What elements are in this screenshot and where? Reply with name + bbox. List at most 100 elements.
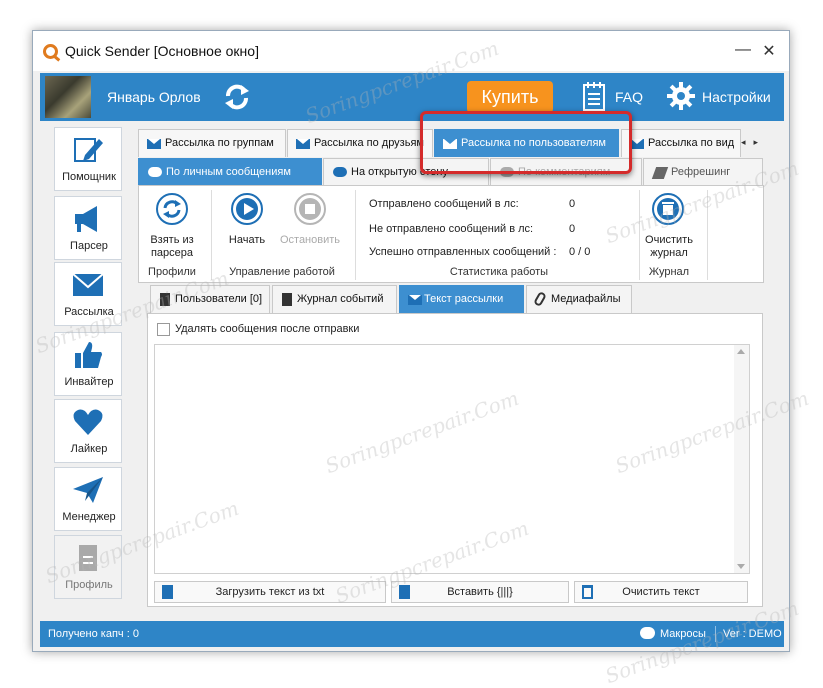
user-name[interactable]: Январь Орлов xyxy=(107,89,201,105)
mailing-text-panel: Удалять сообщения после отправки Загрузи… xyxy=(147,313,763,607)
scroll-down-icon[interactable] xyxy=(737,564,745,569)
sidebar: Помощник Парсер Рассылка Инвайтер Лайкер… xyxy=(47,127,131,615)
stop-button[interactable]: Остановить xyxy=(275,234,345,247)
window-title: Quick Sender [Основное окно] xyxy=(65,43,259,59)
pencil-icon xyxy=(74,138,103,162)
clear-journal-button[interactable]: Очистить журнал xyxy=(639,234,699,260)
document-icon xyxy=(399,585,410,599)
highlight-frame xyxy=(420,111,632,174)
chat-bubble-icon[interactable] xyxy=(640,627,655,639)
title-bar: Quick Sender [Основное окно] — ✕ xyxy=(33,31,789,71)
tab-refreshing[interactable]: Рефрешинг xyxy=(643,158,763,185)
tabs-scroll-arrows[interactable]: ◂▸ xyxy=(741,137,766,148)
start-button[interactable]: Начать xyxy=(217,234,277,247)
avatar[interactable] xyxy=(45,76,91,118)
minimize-button[interactable]: — xyxy=(733,41,753,59)
sync-icon[interactable] xyxy=(222,82,252,112)
scroll-up-icon[interactable] xyxy=(737,349,745,354)
group-label-profiles: Профили xyxy=(148,266,196,278)
sidebar-item-inviter[interactable]: Инвайтер xyxy=(47,332,131,396)
sidebar-item-mailing[interactable]: Рассылка xyxy=(47,262,131,326)
notepad-icon[interactable] xyxy=(582,81,606,111)
take-from-parser-button[interactable]: Взять из парсера xyxy=(141,234,203,260)
document-icon xyxy=(282,293,292,306)
trash-icon xyxy=(582,585,593,599)
settings-link[interactable]: Настройки xyxy=(702,89,771,105)
tab-friends[interactable]: Рассылка по друзьям xyxy=(287,129,433,157)
status-divider xyxy=(715,626,716,642)
sidebar-item-manager[interactable]: Менеджер xyxy=(47,467,131,531)
pencil-icon xyxy=(651,167,669,179)
stat-sent-label: Отправлено сообщений в лс: xyxy=(369,198,519,210)
stat-success-value: 0 / 0 xyxy=(569,246,591,258)
document-icon xyxy=(79,545,97,571)
sidebar-item-label: Рассылка xyxy=(64,306,114,318)
trash-icon[interactable] xyxy=(651,192,685,226)
app-header: Январь Орлов Купить FAQ Настройки xyxy=(40,73,784,121)
message-text-area[interactable] xyxy=(154,344,750,574)
sidebar-item-label: Инвайтер xyxy=(64,376,114,388)
sidebar-item-label: Менеджер xyxy=(62,511,116,523)
toolbar-ribbon: Взять из парсера Профили Начать Останови… xyxy=(138,185,764,283)
main-window: Quick Sender [Основное окно] — ✕ Январь … xyxy=(32,30,790,652)
sidebar-item-helper[interactable]: Помощник xyxy=(47,127,131,191)
refresh-icon[interactable] xyxy=(155,192,189,226)
group-label-stats: Статистика работы xyxy=(449,266,549,278)
envelope-icon xyxy=(630,139,644,149)
stop-icon[interactable] xyxy=(293,192,327,226)
stat-success-label: Успешно отправленных сообщений : xyxy=(369,246,557,258)
content-tabs: Пользователи [0] Журнал событий Текст ра… xyxy=(150,285,650,313)
sidebar-item-parser[interactable]: Парсер xyxy=(47,196,131,260)
sidebar-item-label: Парсер xyxy=(70,240,108,252)
load-txt-button[interactable]: Загрузить текст из txt xyxy=(154,581,386,603)
envelope-icon xyxy=(408,295,422,305)
insert-button[interactable]: Вставить {|||} xyxy=(391,581,569,603)
megaphone-icon xyxy=(75,206,97,232)
captcha-counter: Получено капч : 0 xyxy=(48,628,139,640)
envelope-icon xyxy=(296,139,310,149)
stat-not-sent-label: Не отправлено сообщений в лс: xyxy=(369,223,534,235)
gear-icon[interactable] xyxy=(666,81,696,111)
heart-icon xyxy=(73,409,103,435)
tab-users-list[interactable]: Пользователи [0] xyxy=(150,285,270,313)
macros-link[interactable]: Макросы xyxy=(660,628,706,640)
tab-video[interactable]: Рассылка по вид xyxy=(621,129,741,157)
version-label: Ver : DEMO xyxy=(723,628,782,640)
stat-not-sent-value: 0 xyxy=(569,223,576,235)
play-icon[interactable] xyxy=(230,192,264,226)
paperclip-icon xyxy=(533,290,547,308)
document-icon xyxy=(162,585,173,599)
sidebar-item-profile[interactable]: Профиль xyxy=(47,535,131,599)
sidebar-item-label: Профиль xyxy=(65,579,113,591)
sidebar-item-liker[interactable]: Лайкер xyxy=(47,399,131,463)
close-button[interactable]: ✕ xyxy=(759,41,779,61)
ribbon-divider xyxy=(707,190,708,280)
tab-event-log[interactable]: Журнал событий xyxy=(272,285,397,313)
buy-button[interactable]: Купить xyxy=(467,81,553,113)
tab-groups[interactable]: Рассылка по группам xyxy=(138,129,286,157)
group-label-work: Управление работой xyxy=(229,266,335,278)
delete-after-send-checkbox[interactable] xyxy=(157,323,170,336)
clear-text-button[interactable]: Очистить текст xyxy=(574,581,748,603)
tab-media-files[interactable]: Медиафайлы xyxy=(526,285,632,313)
vertical-scrollbar[interactable] xyxy=(734,345,749,573)
faq-link[interactable]: FAQ xyxy=(615,89,643,105)
thumbs-up-icon xyxy=(75,342,102,368)
sidebar-item-label: Лайкер xyxy=(70,443,108,455)
envelope-icon xyxy=(72,273,104,296)
stat-sent-value: 0 xyxy=(569,198,576,210)
chat-bubble-icon xyxy=(148,167,162,177)
group-label-journal: Журнал xyxy=(648,266,690,278)
tab-mailing-text[interactable]: Текст рассылки xyxy=(399,285,524,313)
envelope-icon xyxy=(147,139,161,149)
ribbon-divider xyxy=(211,190,212,280)
chat-bubble-icon xyxy=(333,167,347,177)
tab-private-messages[interactable]: По личным сообщениям xyxy=(138,158,322,185)
document-icon xyxy=(160,293,170,306)
sidebar-item-label: Помощник xyxy=(62,171,116,183)
status-bar: Получено капч : 0 Макросы Ver : DEMO xyxy=(40,621,784,647)
delete-after-send-label[interactable]: Удалять сообщения после отправки xyxy=(175,323,359,335)
paper-plane-icon xyxy=(73,477,103,503)
ribbon-divider xyxy=(355,190,356,280)
app-logo-icon xyxy=(43,44,58,59)
